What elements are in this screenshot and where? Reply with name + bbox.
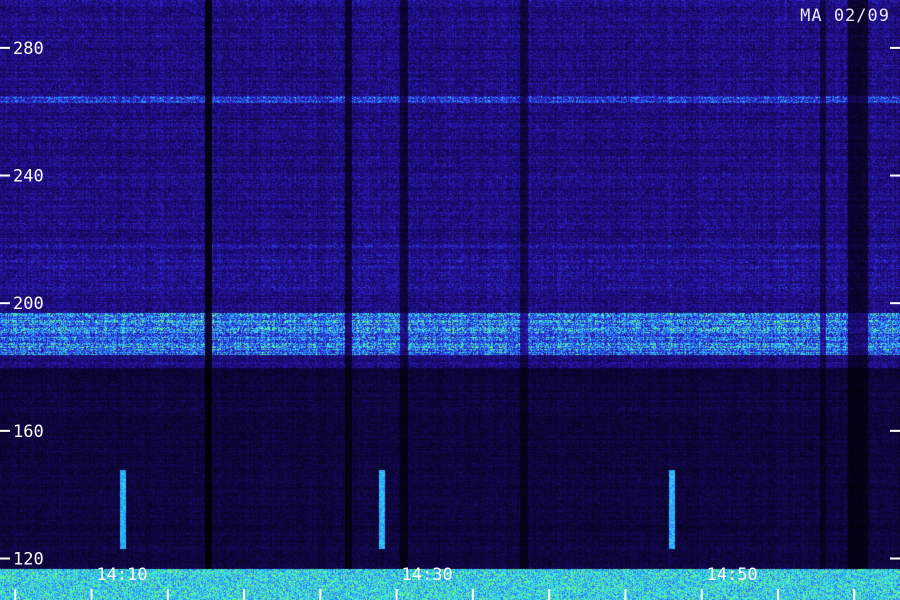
y-tick-label: 280 [13,39,44,59]
x-tick-label: 14:10 [96,565,147,585]
y-tick-label: 200 [13,294,44,314]
y-tick-label: 120 [13,550,44,570]
x-axis: 14:10 14:30 14:50 [14,565,856,600]
x-tick-label: 14:30 [402,565,453,585]
x-tick-label: 14:50 [707,565,758,585]
y-tick-label: 160 [13,422,44,442]
y-tick-label: 240 [13,167,44,187]
station-date-label: MA 02/09 [800,6,890,26]
spectrogram-axes: 280 240 200 160 120 14:10 14:30 14:50 [0,39,900,600]
y-axis: 280 240 200 160 120 [0,39,900,570]
